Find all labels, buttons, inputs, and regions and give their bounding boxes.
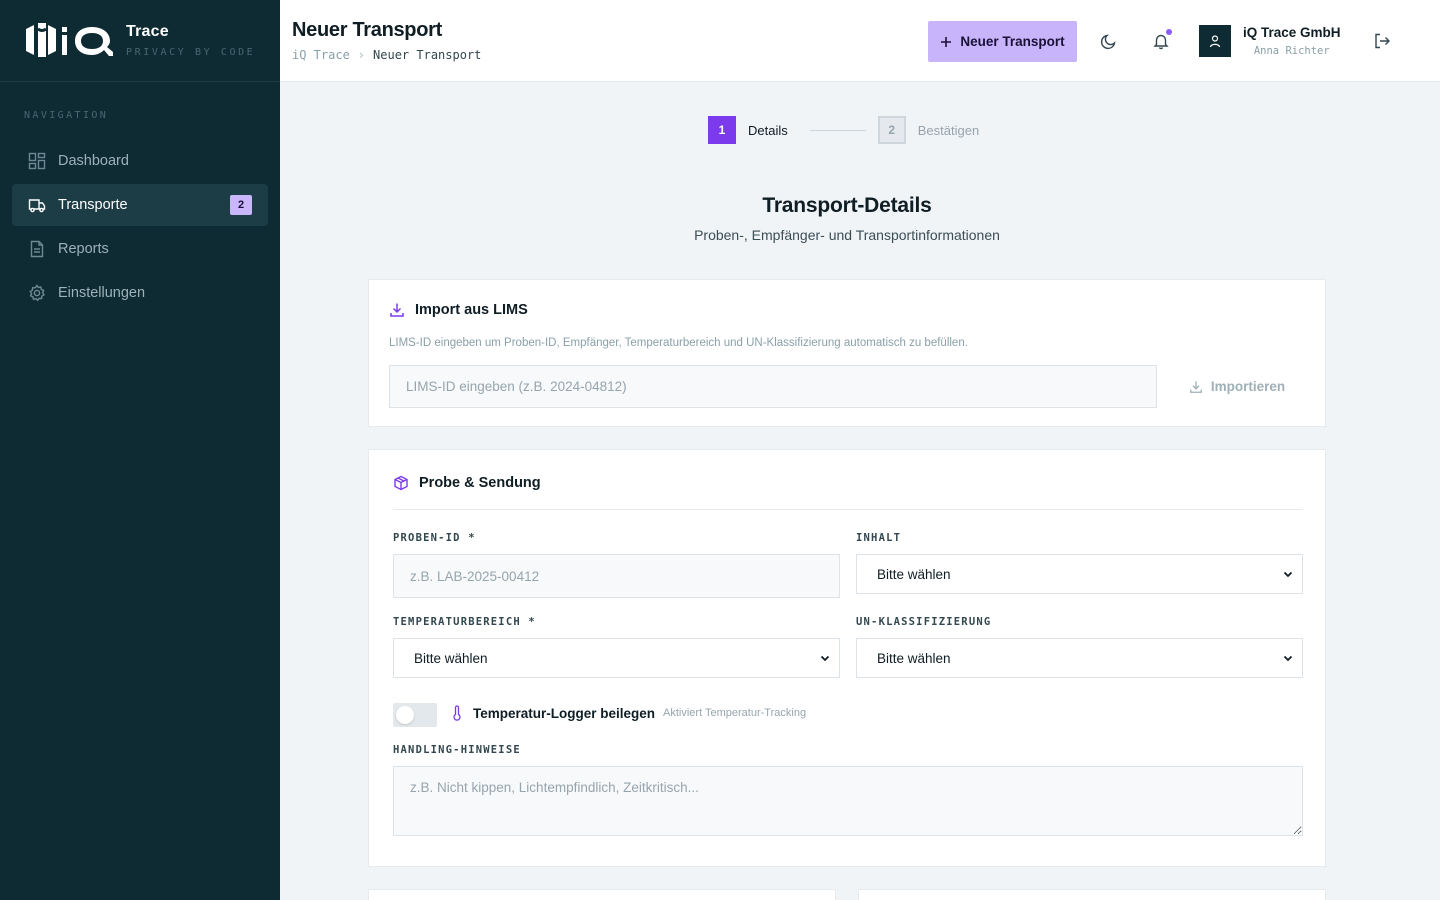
probe-card-title: Probe & Sendung — [419, 475, 541, 491]
inhalt-selected-value: Bitte wählen — [877, 566, 951, 582]
un-selected-value: Bitte wählen — [877, 650, 951, 666]
new-transport-label: Neuer Transport — [960, 34, 1065, 49]
probe-card: Probe & Sendung PROBEN-ID * INHALT Bitte… — [368, 449, 1326, 867]
sidebar: Trace PRIVACY BY CODE NAVIGATION Dashboa… — [0, 0, 280, 900]
dark-mode-toggle[interactable] — [1096, 28, 1122, 54]
step-connector — [809, 129, 866, 131]
toggle-knob — [396, 706, 414, 724]
brand-name: Trace — [126, 23, 169, 40]
import-description: LIMS-ID eingeben um Proben-ID, Empfänger… — [389, 337, 968, 349]
chevron-down-icon — [1283, 655, 1293, 662]
step-2-label: Bestätigen — [917, 122, 980, 138]
card-divider — [393, 509, 1303, 510]
logout-icon — [1375, 33, 1390, 49]
temperatur-label: TEMPERATURBEREICH * — [393, 616, 536, 628]
new-transport-button[interactable]: Neuer Transport — [928, 21, 1077, 62]
org-name: iQ Trace GmbH — [1243, 25, 1341, 40]
iq-logo[interactable] — [24, 21, 114, 61]
proben-id-input[interactable] — [393, 554, 840, 598]
un-klassifizierung-label: UN-KLASSIFIZIERUNG — [856, 616, 992, 628]
step-2-number[interactable]: 2 — [877, 116, 906, 144]
top-header: Neuer Transport iQ Trace › Neuer Transpo… — [280, 0, 1440, 82]
un-klassifizierung-select[interactable]: Bitte wählen — [856, 638, 1303, 678]
chevron-down-icon — [1283, 571, 1293, 578]
document-icon — [28, 240, 46, 258]
sidebar-item-einstellungen[interactable]: Einstellungen — [12, 272, 268, 314]
truck-icon — [28, 196, 46, 214]
inhalt-label: INHALT — [856, 532, 902, 544]
sidebar-item-label: Einstellungen — [58, 285, 146, 301]
dashboard-icon — [28, 152, 46, 170]
sidebar-item-reports[interactable]: Reports — [12, 228, 268, 270]
handling-textarea[interactable] — [393, 766, 1303, 836]
temperatur-selected-value: Bitte wählen — [414, 650, 488, 666]
package-icon — [394, 475, 408, 491]
handling-label: HANDLING-HINWEISE — [393, 744, 521, 756]
sidebar-item-transporte[interactable]: Transporte 2 — [12, 184, 268, 226]
stepper: 1 Details 2 Bestätigen — [708, 116, 979, 144]
thermometer-icon — [453, 705, 461, 721]
chevron-down-icon — [820, 655, 830, 662]
download-icon — [1189, 380, 1202, 393]
lims-id-input[interactable] — [389, 365, 1157, 408]
logger-label: Temperatur-Logger beilegen — [473, 705, 656, 721]
proben-id-label: PROBEN-ID * — [393, 532, 476, 544]
probe-card-header: Probe & Sendung — [393, 475, 541, 491]
logger-row: Temperatur-Logger beilegen Aktiviert Tem… — [451, 705, 806, 721]
import-card: Import aus LIMS LIMS-ID eingeben um Prob… — [368, 279, 1326, 427]
brand: Trace PRIVACY BY CODE — [0, 0, 280, 82]
moon-icon — [1100, 34, 1116, 50]
sidebar-item-label: Dashboard — [58, 153, 129, 169]
gear-icon — [28, 284, 46, 302]
import-card-header: Import aus LIMS — [389, 302, 528, 318]
sidebar-item-label: Transporte — [58, 197, 128, 213]
transport-card — [858, 889, 1326, 900]
breadcrumb-separator: › — [357, 48, 366, 62]
logout-button[interactable] — [1369, 28, 1395, 54]
logger-hint: Aktiviert Temperatur-Tracking — [663, 707, 807, 719]
recipient-card — [368, 889, 836, 900]
sidebar-item-label: Reports — [58, 241, 109, 257]
avatar[interactable] — [1199, 25, 1231, 57]
section-title: Transport-Details — [762, 194, 932, 217]
notifications-button[interactable] — [1148, 28, 1174, 54]
step-1-number[interactable]: 1 — [708, 116, 736, 144]
user-icon — [1209, 35, 1221, 48]
breadcrumb: iQ Trace › Neuer Transport — [292, 48, 481, 62]
step-1-label: Details — [748, 122, 788, 138]
breadcrumb-current: Neuer Transport — [373, 48, 482, 62]
notification-dot — [1166, 29, 1172, 35]
iq-logo-mark — [26, 22, 113, 57]
section-subtitle: Proben-, Empfänger- und Transportinforma… — [694, 227, 1000, 243]
plus-icon — [941, 36, 952, 47]
sidebar-item-dashboard[interactable]: Dashboard — [12, 140, 268, 182]
brand-tagline: PRIVACY BY CODE — [126, 47, 256, 58]
account-info[interactable]: iQ Trace GmbH Anna Richter — [1243, 25, 1341, 57]
temperatur-select[interactable]: Bitte wählen — [393, 638, 840, 678]
import-button[interactable]: Importieren — [1177, 365, 1297, 408]
user-name: Anna Richter — [1253, 45, 1330, 57]
breadcrumb-root[interactable]: iQ Trace — [292, 48, 350, 62]
logger-toggle[interactable] — [393, 703, 437, 727]
import-card-title: Import aus LIMS — [415, 302, 528, 318]
main-content: 1 Details 2 Bestätigen Transport-Details… — [280, 82, 1440, 900]
page-title: Neuer Transport — [292, 19, 442, 41]
import-button-label: Importieren — [1210, 379, 1286, 394]
inhalt-select[interactable]: Bitte wählen — [856, 554, 1303, 594]
transport-count-badge: 2 — [230, 195, 252, 215]
nav-heading: NAVIGATION — [24, 110, 109, 121]
sidebar-nav: Dashboard Transporte 2 Reports Einstellu… — [0, 140, 280, 314]
download-icon — [390, 303, 404, 317]
